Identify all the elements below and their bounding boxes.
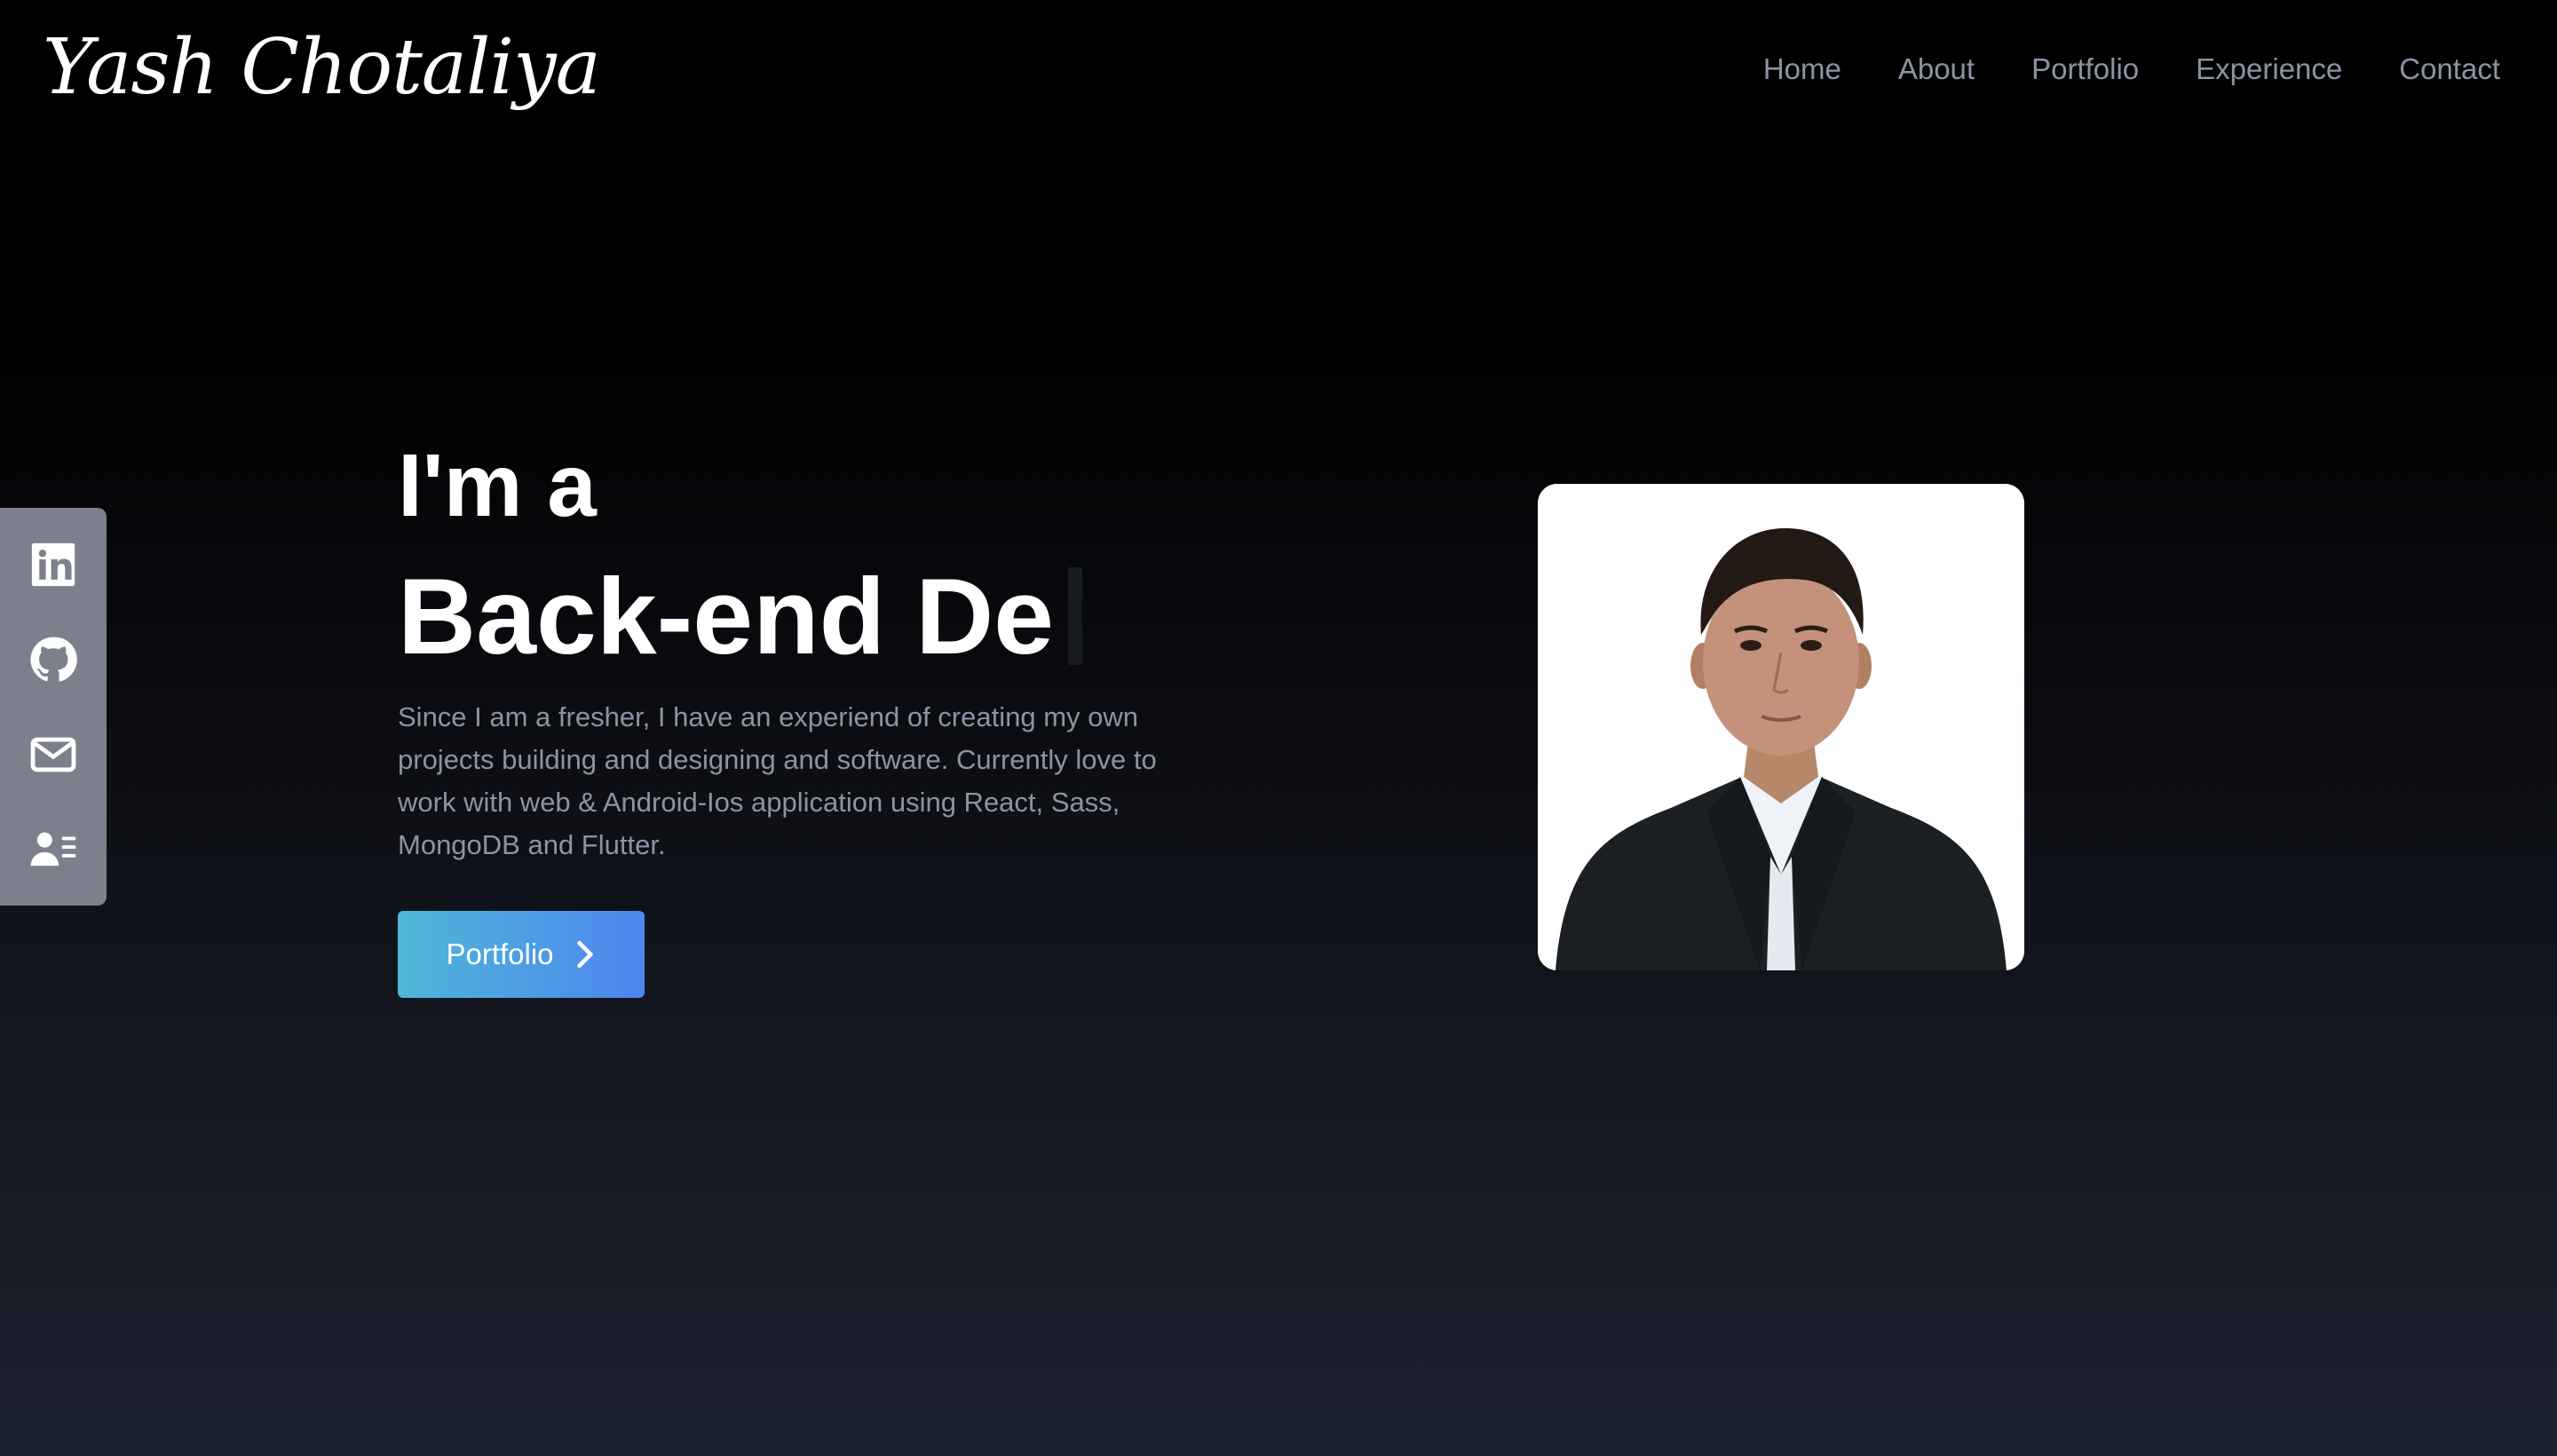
main-nav: Home About Portfolio Experience Contact [1763,44,2500,94]
hero-role-text: Back-end De [398,556,1055,677]
github-icon[interactable] [27,633,80,686]
site-logo[interactable]: Yash Chotaliya [43,7,601,128]
portfolio-button-label: Portfolio [446,938,554,970]
nav-about[interactable]: About [1898,52,1975,86]
hero-intro: I'm a [398,436,597,535]
hero-description: Since I am a fresher, I have an experien… [398,701,1157,860]
social-sidebar [0,508,107,906]
mail-icon[interactable] [27,728,80,781]
chevron-right-icon [576,940,593,969]
typing-cursor [1068,567,1083,665]
profile-photo [1538,484,2024,970]
nav-home[interactable]: Home [1763,52,1841,86]
linkedin-icon[interactable] [27,538,80,591]
portfolio-button[interactable]: Portfolio [398,911,645,998]
resume-icon[interactable] [27,823,80,876]
nav-portfolio[interactable]: Portfolio [2031,52,2139,86]
hero-role-line: Back-end De [398,554,1083,678]
nav-experience[interactable]: Experience [2196,52,2342,86]
nav-contact[interactable]: Contact [2399,52,2500,86]
